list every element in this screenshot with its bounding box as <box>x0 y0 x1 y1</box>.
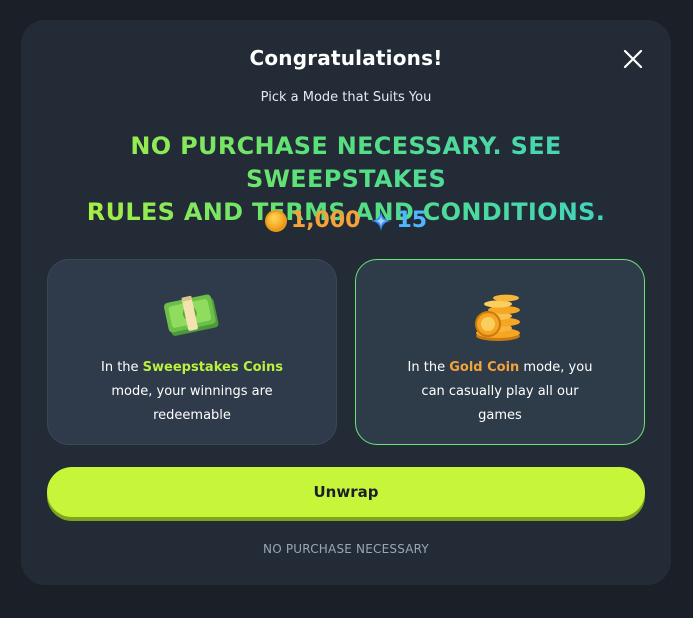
modal-title: Congratulations! <box>249 46 443 70</box>
backdrop: Congratulations! Pick a Mode that Suits … <box>0 0 693 618</box>
gold-coin-highlight: Gold Coin <box>449 360 520 375</box>
sparkle-icon <box>370 210 392 232</box>
balance-display: 1,000 15 <box>21 208 671 233</box>
headline-line-1: NO PURCHASE NECESSARY. SEE SWEEPSTAKES <box>130 132 562 193</box>
gold-text-line2: can casually play all our <box>421 384 579 399</box>
sweepstakes-coins-highlight: Sweepstakes Coins <box>142 360 284 375</box>
unwrap-button[interactable]: Unwrap <box>47 467 645 517</box>
gold-text-line3: games <box>478 408 522 423</box>
gold-coin-mode-card[interactable]: In the Gold Coin mode, you can casually … <box>355 259 645 445</box>
sweep-text-pre: In the <box>100 360 143 375</box>
congratulations-modal: Congratulations! Pick a Mode that Suits … <box>21 20 671 585</box>
sweep-text-line3: redeemable <box>153 408 231 423</box>
no-purchase-note: NO PURCHASE NECESSARY <box>263 542 429 556</box>
sweep-text-line2: mode, your winnings are <box>111 384 273 399</box>
sweepstakes-mode-card[interactable]: In the Sweepstakes Coins mode, your winn… <box>47 259 337 445</box>
gold-coins-pile-icon <box>475 294 520 341</box>
gold-coin-amount: 1,000 <box>290 208 361 233</box>
sweepstakes-card-description: In the Sweepstakes Coins mode, your winn… <box>64 356 320 428</box>
gold-coin-icon <box>264 209 287 232</box>
cash-stack-icon <box>163 294 219 336</box>
modal-subtitle: Pick a Mode that Suits You <box>260 90 432 105</box>
gold-text-post: mode, you <box>519 360 593 375</box>
sweepstakes-coin-amount: 15 <box>396 208 428 233</box>
gold-card-description: In the Gold Coin mode, you can casually … <box>372 356 628 428</box>
gold-text-pre: In the <box>407 360 450 375</box>
